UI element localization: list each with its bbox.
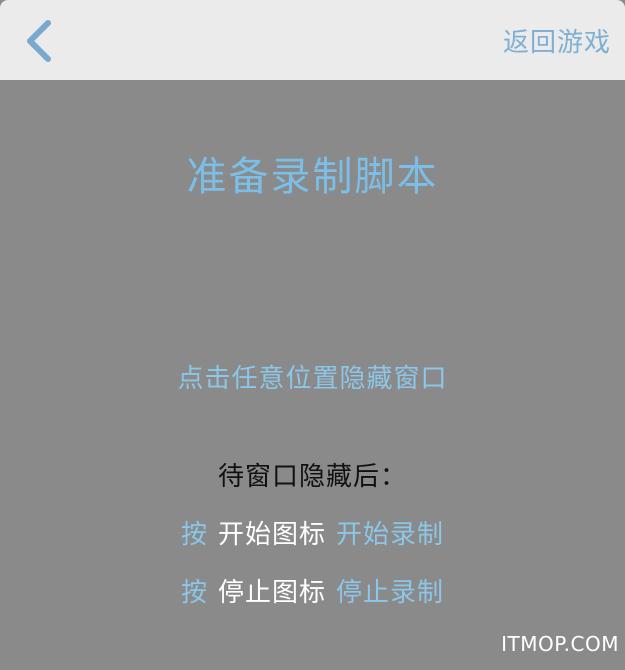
page-title: 准备录制脚本 bbox=[186, 154, 439, 200]
start-icon-label: 开始图标 bbox=[217, 520, 326, 550]
press-label: 按 bbox=[180, 578, 208, 608]
top-bar: 返回游戏 bbox=[0, 0, 625, 80]
start-recording-label: 开始录制 bbox=[336, 520, 445, 550]
press-label: 按 bbox=[180, 520, 208, 550]
chevron-left-icon bbox=[27, 20, 51, 62]
stop-recording-label: 停止录制 bbox=[336, 578, 445, 608]
back-button[interactable] bbox=[14, 16, 64, 66]
return-to-game-button[interactable]: 返回游戏 bbox=[503, 22, 611, 59]
hide-window-hint: 点击任意位置隐藏窗口 bbox=[177, 364, 448, 394]
stop-recording-instruction: 按停止图标 停止录制 bbox=[0, 572, 625, 609]
watermark: ITMOP.COM bbox=[501, 632, 619, 656]
stop-icon-label: 停止图标 bbox=[217, 578, 326, 608]
after-hidden-label: 待窗口隐藏后： bbox=[217, 462, 407, 492]
start-recording-instruction: 按开始图标 开始录制 bbox=[0, 514, 625, 551]
